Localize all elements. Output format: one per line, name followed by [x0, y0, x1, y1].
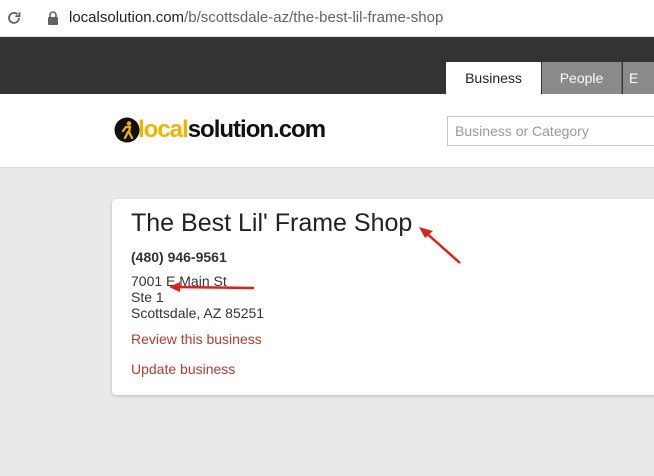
lock-icon[interactable] — [46, 10, 60, 26]
url-host: localsolution.com — [69, 9, 185, 26]
address-line-1: 7001 E Main St — [131, 273, 227, 289]
reload-icon[interactable] — [6, 10, 22, 26]
update-business-link[interactable]: Update business — [131, 361, 235, 377]
review-business-link[interactable]: Review this business — [131, 331, 262, 347]
tab-extra[interactable]: E — [623, 62, 654, 94]
search-input[interactable] — [447, 116, 654, 146]
tab-people[interactable]: People — [542, 62, 622, 94]
address-line-2: Ste 1 — [131, 289, 164, 305]
logo-rest: solution.com — [187, 116, 326, 143]
business-phone: (480) 946-9561 — [131, 249, 227, 265]
top-navigation: Business People E — [0, 37, 654, 94]
business-name: The Best Lil' Frame Shop — [131, 209, 413, 237]
walking-man-logo-icon — [114, 117, 140, 143]
browser-address-bar: localsolution.com/b/scottsdale-az/the-be… — [0, 0, 654, 37]
address-line-3: Scottsdale, AZ 85251 — [131, 305, 265, 321]
site-header: localsolution.com — [0, 94, 654, 168]
logo-wordmark: localsolution.com — [138, 116, 326, 144]
tab-business[interactable]: Business — [446, 62, 541, 94]
url-path: /b/scottsdale-az/the-best-lil-frame-shop — [184, 9, 444, 26]
business-card: The Best Lil' Frame Shop (480) 946-9561 … — [112, 199, 654, 395]
url-text[interactable]: localsolution.com/b/scottsdale-az/the-be… — [69, 9, 443, 26]
logo-local: local — [138, 116, 189, 143]
